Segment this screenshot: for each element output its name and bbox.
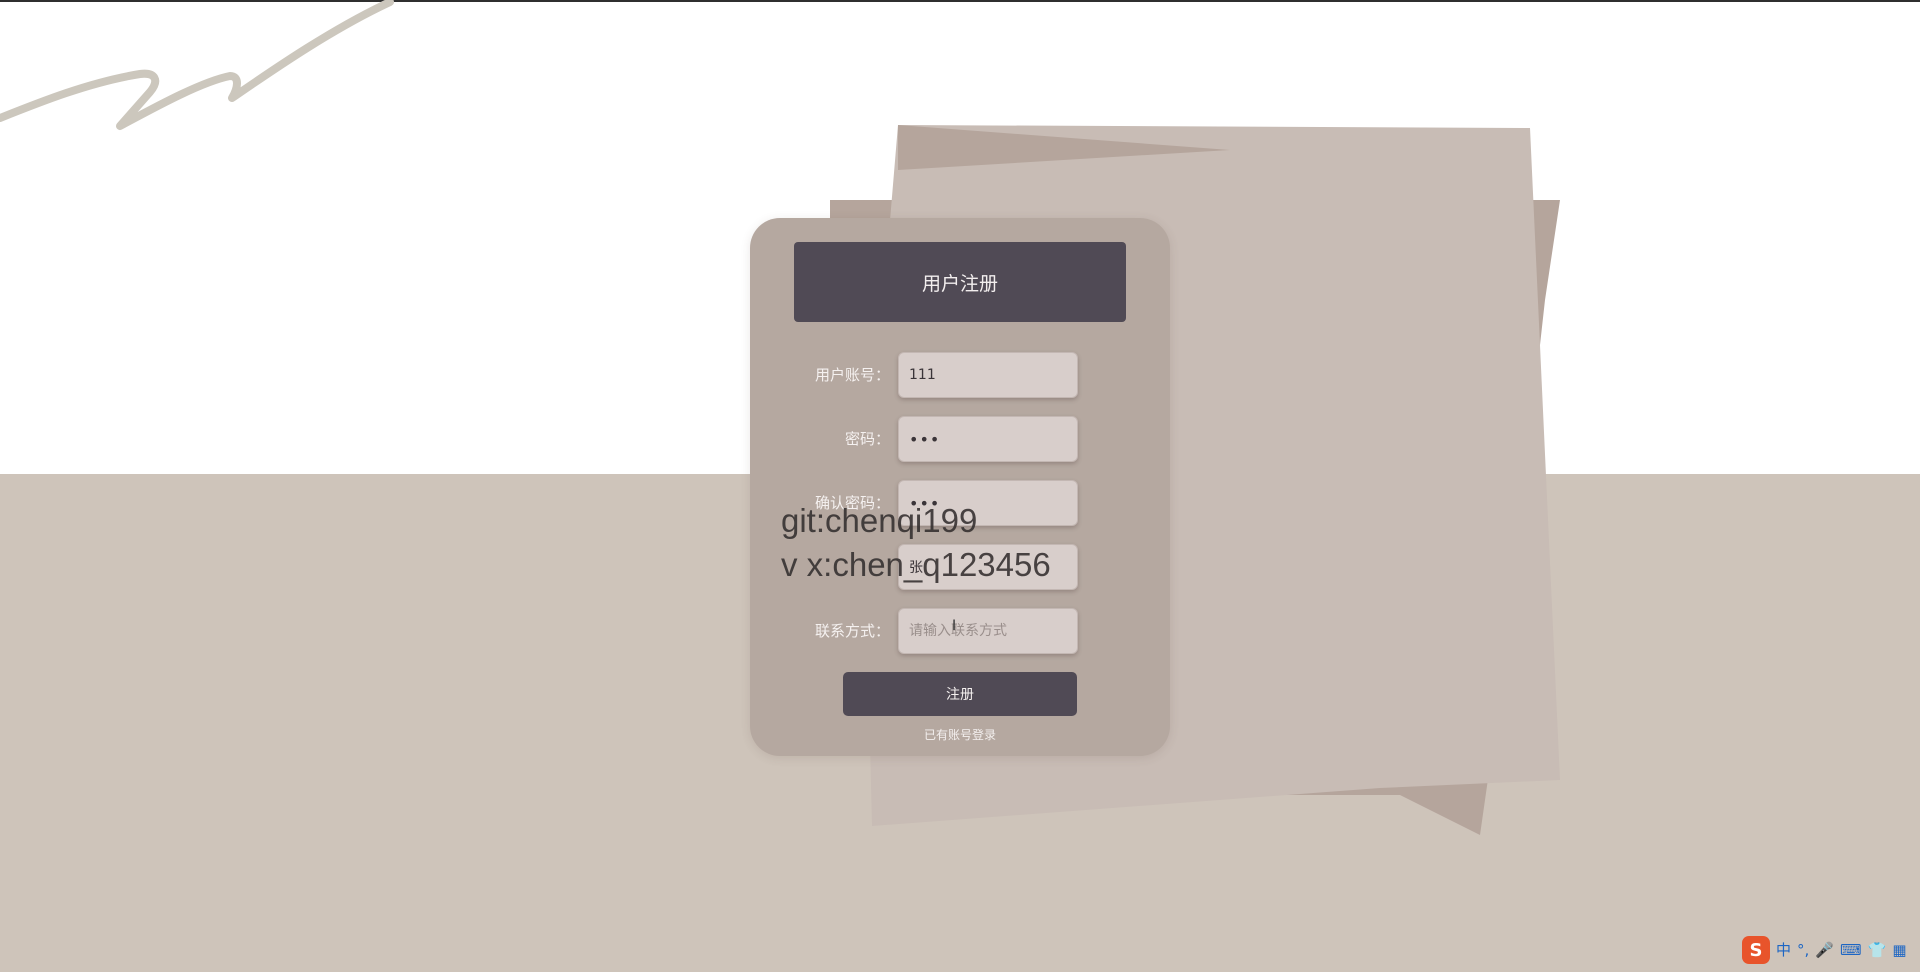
ime-skin-icon[interactable]: 👕 [1868,940,1887,960]
username-input[interactable] [898,352,1078,398]
password-row: 密码： [750,416,1170,462]
ime-punctuation-icon[interactable]: °, [1797,940,1809,960]
username-row: 用户账号： [750,352,1170,398]
password-input[interactable] [898,416,1078,462]
name-row [750,544,1170,590]
text-cursor-icon: I [952,618,957,634]
ime-microphone-icon[interactable]: 🎤 [1815,940,1834,960]
register-title: 用户注册 [794,242,1126,322]
username-label: 用户账号： [814,366,890,384]
confirm-password-input[interactable] [898,480,1078,526]
ime-toolbox-icon[interactable]: ▦ [1892,940,1906,960]
ime-toolbar: S 中 °, 🎤 ⌨ 👕 ▦ [1740,934,1920,966]
password-label: 密码： [844,430,890,448]
login-link[interactable]: 已有账号登录 [750,726,1170,743]
contact-input[interactable] [898,608,1078,654]
name-input[interactable] [898,544,1078,590]
ime-chinese-mode[interactable]: 中 [1776,940,1791,960]
contact-label: 联系方式： [814,622,890,640]
ime-keyboard-icon[interactable]: ⌨ [1840,940,1862,960]
register-button[interactable]: 注册 [843,672,1077,716]
contact-row: 联系方式： [750,608,1170,654]
confirm-password-row: 确认密码： [750,480,1170,526]
ime-logo-icon[interactable]: S [1742,936,1770,964]
confirm-password-label: 确认密码： [814,494,890,512]
register-card: 用户注册 用户账号： 密码： 确认密码： 联系方式： 注册 已有账号登录 [750,218,1170,756]
